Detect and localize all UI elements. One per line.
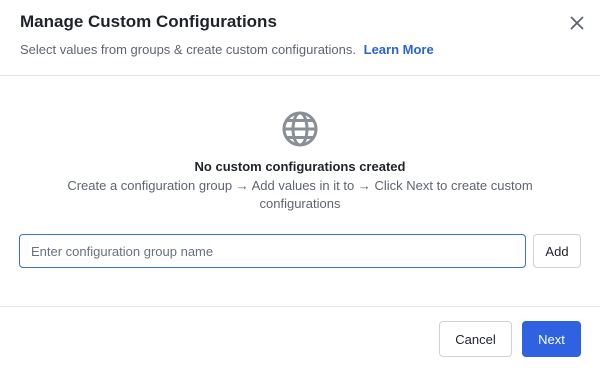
cancel-button[interactable]: Cancel <box>439 321 512 357</box>
dialog-footer: Cancel Next <box>0 306 600 368</box>
dialog-subtitle: Select values from groups & create custo… <box>20 42 434 57</box>
learn-more-link[interactable]: Learn More <box>364 42 434 57</box>
globe-icon <box>282 111 318 147</box>
empty-state-description: Create a configuration group → Add value… <box>67 178 533 211</box>
dialog-body: No custom configurations created Create … <box>0 76 600 306</box>
dialog-title: Manage Custom Configurations <box>20 12 277 31</box>
close-icon <box>570 16 584 30</box>
dialog-header: Manage Custom Configurations Select valu… <box>0 0 600 76</box>
add-button[interactable]: Add <box>533 234 581 268</box>
close-button[interactable] <box>566 12 588 34</box>
configuration-group-name-input[interactable] <box>19 234 526 268</box>
manage-custom-configurations-dialog: Manage Custom Configurations Select valu… <box>0 0 600 368</box>
dialog-subtitle-text: Select values from groups & create custo… <box>20 42 356 57</box>
next-button[interactable]: Next <box>522 321 581 357</box>
empty-state-title: No custom configurations created <box>194 159 406 174</box>
